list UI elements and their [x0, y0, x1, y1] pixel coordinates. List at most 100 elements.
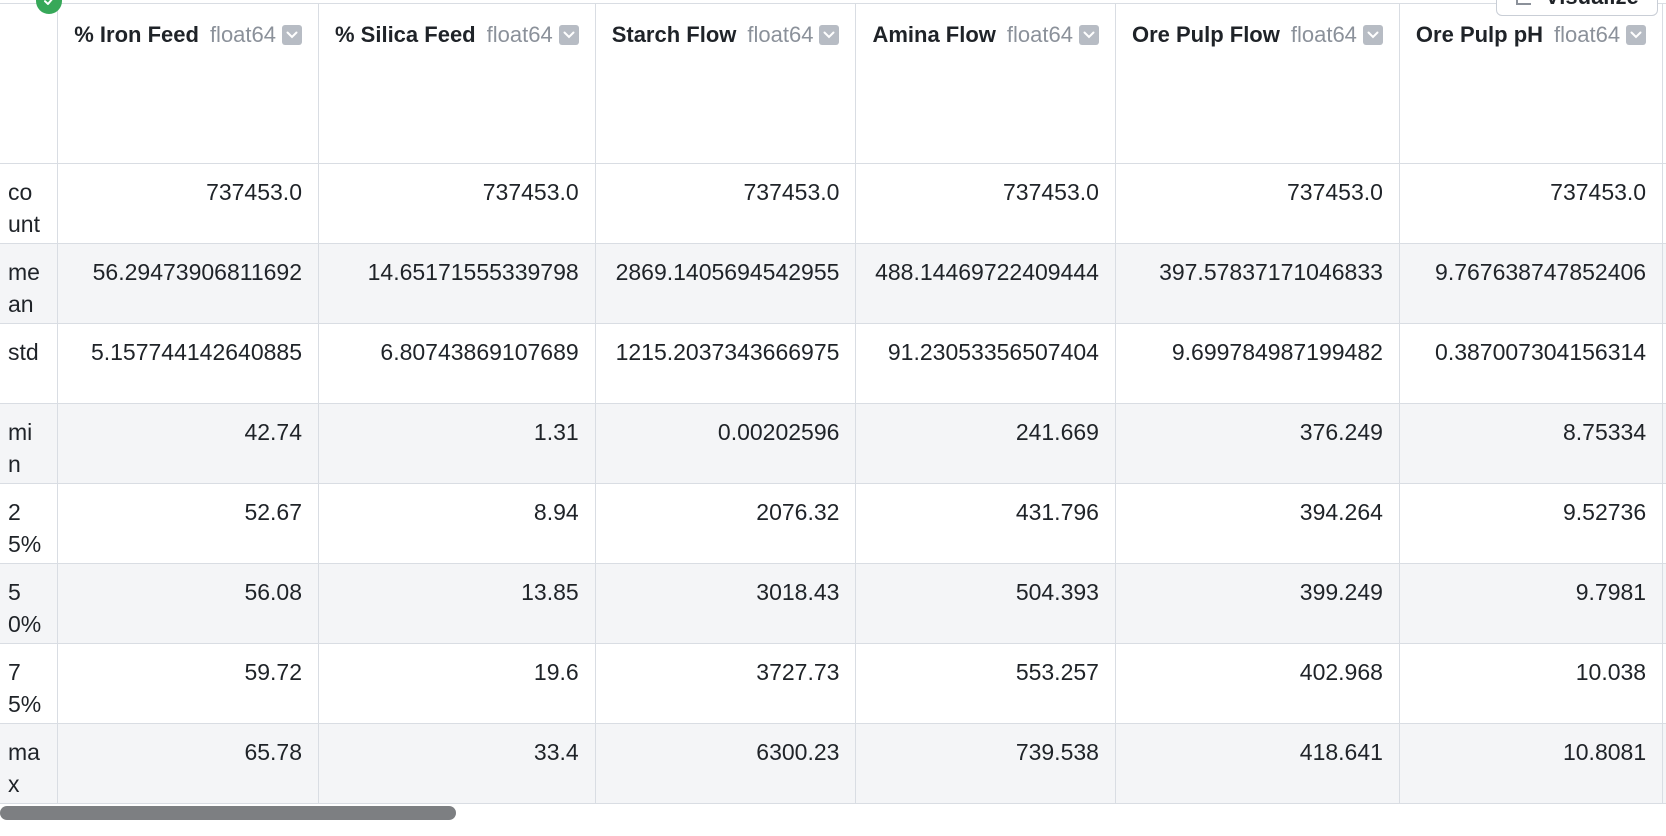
- next-column-cell: [1662, 163, 1666, 244]
- row-index-label: 25%: [0, 483, 59, 564]
- scrollbar-thumb[interactable]: [0, 806, 456, 820]
- column-header[interactable]: Amina Flow float64: [855, 3, 1116, 164]
- table-cell: 42.74: [57, 403, 319, 484]
- table-cell: 9.7981: [1398, 563, 1664, 644]
- column-header[interactable]: % Silica Feed float64: [318, 3, 596, 164]
- column-dtype: float64: [747, 22, 814, 47]
- table-cell: 10.038: [1398, 643, 1664, 724]
- visualize-button[interactable]: Visualize: [1496, 0, 1658, 16]
- table-row: count 737453.0 737453.0 737453.0 737453.0 737…: [0, 163, 1666, 244]
- table-cell: 399.249: [1114, 563, 1400, 644]
- row-index-label: 50%: [0, 563, 59, 644]
- table-cell: 737453.0: [594, 163, 857, 244]
- table-cell: 737453.0: [57, 163, 319, 244]
- index-header: [0, 3, 59, 164]
- table-cell: 3018.43: [594, 563, 857, 644]
- chevron-down-icon[interactable]: [1078, 25, 1099, 45]
- table-cell: 3727.73: [594, 643, 857, 724]
- table-cell: 1215.2037343666975: [594, 323, 857, 404]
- table-cell: 737453.0: [1114, 163, 1400, 244]
- column-header-content: % Iron Feed float64: [58, 4, 318, 48]
- column-name: % Silica Feed: [335, 22, 476, 47]
- column-header[interactable]: % Iron Feed float64: [57, 3, 319, 164]
- table-cell: 2869.1405694542955: [594, 243, 857, 324]
- table-row: max 65.78 33.4 6300.23 739.538 418.641 10.8081: [0, 723, 1666, 804]
- column-dtype: float64: [1554, 22, 1621, 47]
- column-name: Ore Pulp Flow: [1131, 22, 1280, 47]
- table-row: min 42.74 1.31 0.00202596 241.669 376.249 8.75…: [0, 403, 1666, 484]
- table-cell: 10.8081: [1398, 723, 1664, 804]
- column-dtype: float64: [209, 22, 276, 47]
- table-cell: 241.669: [855, 403, 1116, 484]
- table-cell: 56.08: [57, 563, 319, 644]
- next-column-cell: [1662, 403, 1666, 484]
- chevron-down-icon[interactable]: [1362, 25, 1383, 45]
- header-row: % Iron Feed float64% Silica Feed float64 St…: [0, 3, 1666, 164]
- stats-grid: % Iron Feed float64% Silica Feed float64 St…: [0, 3, 1666, 804]
- table-cell: 9.699784987199482: [1114, 323, 1400, 404]
- table-cell: 418.641: [1114, 723, 1400, 804]
- column-header-content: Starch Flow float64: [596, 4, 856, 48]
- table-cell: 0.00202596: [594, 403, 857, 484]
- column-header[interactable]: Starch Flow float64: [594, 3, 857, 164]
- dataframe-describe-table: % Iron Feed float64% Silica Feed float64 St…: [0, 0, 1666, 822]
- horizontal-scrollbar[interactable]: [0, 806, 1666, 820]
- chart-icon: [1516, 0, 1531, 5]
- row-index-label: count: [0, 163, 59, 244]
- chevron-down-icon[interactable]: [282, 25, 302, 45]
- table-cell: 394.264: [1114, 483, 1400, 564]
- column-name: Ore Pulp pH: [1415, 22, 1544, 47]
- table-cell: 402.968: [1114, 643, 1400, 724]
- table-row: 25% 52.67 8.94 2076.32 431.796 394.264 9.52736: [0, 483, 1666, 564]
- column-dtype: float64: [1006, 22, 1073, 47]
- next-column-cell: [1662, 483, 1666, 564]
- table-cell: 56.29473906811692: [57, 243, 319, 324]
- table-cell: 9.52736: [1398, 483, 1664, 564]
- table-cell: 1.31: [318, 403, 596, 484]
- column-header-content: % Silica Feed float64: [319, 4, 595, 48]
- row-index-label: min: [0, 403, 59, 484]
- table-row: 75% 59.72 19.6 3727.73 553.257 402.968 10.038: [0, 643, 1666, 724]
- table-cell: 91.23053356507404: [855, 323, 1116, 404]
- table-cell: 19.6: [318, 643, 596, 724]
- next-column-cell: [1662, 323, 1666, 404]
- table-cell: 737453.0: [318, 163, 596, 244]
- column-header[interactable]: Ore Pulp pH float64: [1398, 3, 1664, 164]
- chevron-down-icon[interactable]: [1626, 25, 1647, 45]
- table-cell: 8.75334: [1398, 403, 1664, 484]
- table-cell: 488.14469722409444: [855, 243, 1116, 324]
- chevron-down-icon[interactable]: [819, 25, 840, 45]
- row-index-label: mean: [0, 243, 59, 324]
- table-cell: 2076.32: [594, 483, 857, 564]
- table-cell: 6.80743869107689: [318, 323, 596, 404]
- table-cell: 52.67: [57, 483, 319, 564]
- table-row: mean 56.29473906811692 14.65171555339798 28…: [0, 243, 1666, 324]
- visualize-label: Visualize: [1545, 0, 1639, 10]
- table-cell: 431.796: [855, 483, 1116, 564]
- next-column-header: [1662, 3, 1666, 164]
- column-name: % Iron Feed: [74, 22, 199, 47]
- next-column-cell: [1662, 723, 1666, 804]
- column-dtype: float64: [486, 22, 553, 47]
- table-cell: 737453.0: [1398, 163, 1664, 244]
- table-cell: 397.57837171046833: [1114, 243, 1400, 324]
- column-header[interactable]: Ore Pulp Flow float64: [1114, 3, 1400, 164]
- table-cell: 33.4: [318, 723, 596, 804]
- table-cell: 504.393: [855, 563, 1116, 644]
- table-cell: 59.72: [57, 643, 319, 724]
- next-column-cell: [1662, 563, 1666, 644]
- table-cell: 13.85: [318, 563, 596, 644]
- table-cell: 6300.23: [594, 723, 857, 804]
- row-index-label: 75%: [0, 643, 59, 724]
- table-cell: 737453.0: [855, 163, 1116, 244]
- column-header-content: Amina Flow float64: [856, 4, 1115, 48]
- table-cell: 553.257: [855, 643, 1116, 724]
- table-cell: 65.78: [57, 723, 319, 804]
- column-name: Amina Flow: [872, 22, 996, 47]
- table-cell: 376.249: [1114, 403, 1400, 484]
- chevron-down-icon[interactable]: [558, 25, 579, 45]
- table-cell: 0.387007304156314: [1398, 323, 1664, 404]
- column-header-content: Ore Pulp Flow float64: [1116, 4, 1399, 48]
- table-cell: 739.538: [855, 723, 1116, 804]
- table-cell: 9.767638747852406: [1398, 243, 1664, 324]
